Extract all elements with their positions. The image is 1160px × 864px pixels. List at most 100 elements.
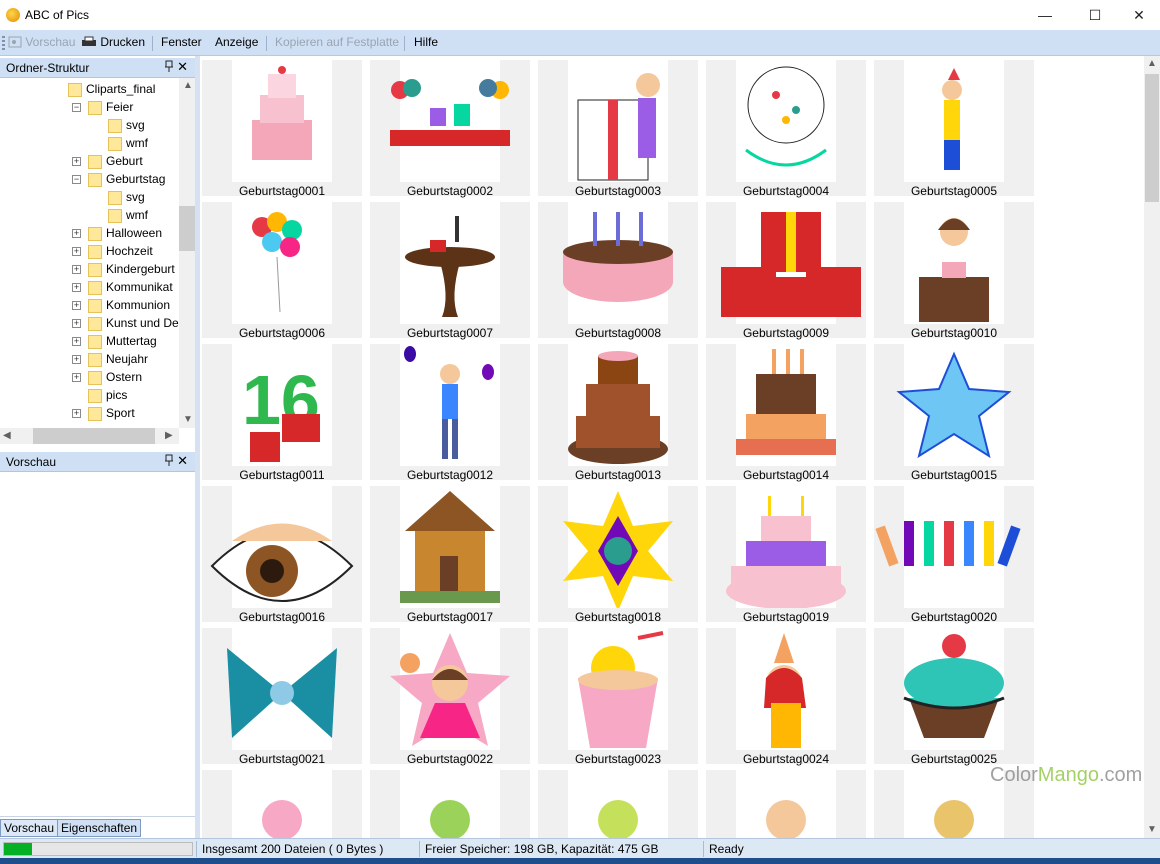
scroll-up-icon[interactable]: ▲ [183, 80, 193, 91]
thumbnail-item[interactable] [706, 770, 866, 838]
tree-item-label: pics [106, 388, 128, 402]
folder-tree-vertical-scrollbar[interactable]: ▲ ▼ [179, 78, 195, 428]
thumbnail-label: Geburtstag0023 [574, 752, 662, 766]
tree-item-label: Ostern [106, 370, 143, 384]
title-bar: ABC of Pics — ☐ ✕ [0, 0, 1160, 30]
thumbnail-item[interactable]: Geburtstag0018 [538, 486, 698, 624]
thumbnail-label: Geburtstag0012 [406, 468, 494, 482]
thumbnail-label: Geburtstag0009 [742, 326, 830, 340]
thumbnail-grid-scrollbar[interactable]: ▲ ▼ [1144, 56, 1160, 838]
close-window-button[interactable]: ✕ [1116, 0, 1160, 30]
thumbnail-item[interactable]: Geburtstag0012 [370, 344, 530, 482]
thumbnail-item[interactable]: Geburtstag0009 [706, 202, 866, 340]
preview-menu-button[interactable]: Vorschau [8, 35, 75, 49]
thumbnail-grid-scroll-thumb[interactable] [1145, 74, 1159, 202]
scroll-left-icon[interactable]: ◀ [3, 430, 11, 441]
status-file-count: Insgesamt 200 Dateien ( 0 Bytes ) [202, 842, 384, 856]
maximize-button[interactable]: ☐ [1072, 0, 1118, 30]
tab-vorschau[interactable]: Vorschau [0, 819, 59, 837]
thumbnail-item[interactable]: Geburtstag0017 [370, 486, 530, 624]
menu-separator [266, 36, 267, 51]
folder-panel-header: Ordner-Struktur ✕ [0, 58, 195, 78]
folder-tree-horizontal-scrollbar[interactable]: ◀ ▶ [0, 428, 179, 444]
pin-icon[interactable] [165, 454, 173, 469]
status-ready: Ready [709, 842, 744, 856]
clipart-image [568, 770, 668, 838]
expand-icon[interactable]: + [72, 355, 81, 364]
thumbnail-item[interactable] [202, 770, 362, 838]
menu-separator [404, 36, 405, 51]
menu-fenster[interactable]: Fenster [161, 35, 202, 49]
collapse-icon[interactable]: − [72, 175, 81, 184]
clipart-image [232, 770, 332, 838]
folder-icon [88, 299, 102, 313]
thumbnail-item[interactable]: Geburtstag0022 [370, 628, 530, 766]
thumbnail-grid[interactable]: Geburtstag0001 Geburtstag0002 Geburtstag00… [200, 56, 1144, 838]
scroll-down-icon[interactable]: ▼ [183, 414, 193, 425]
expand-icon[interactable]: + [72, 229, 81, 238]
expand-icon[interactable]: + [72, 283, 81, 292]
menu-anzeige[interactable]: Anzeige [215, 35, 258, 49]
thumbnail-item[interactable]: Geburtstag0025 [874, 628, 1034, 766]
folder-tree[interactable]: Cliparts_final − Feier svg wmf + Geburt − Geburt… [0, 78, 179, 428]
tree-item-label: Neujahr [106, 352, 149, 366]
expand-icon[interactable]: + [72, 247, 81, 256]
thumbnail-item[interactable]: Geburtstag0019 [706, 486, 866, 624]
preview-panel-close-button[interactable]: ✕ [177, 453, 188, 469]
thumbnail-label: Geburtstag0024 [742, 752, 830, 766]
folder-tree-hscroll-thumb[interactable] [33, 428, 155, 444]
folder-icon [88, 335, 102, 349]
expand-icon[interactable]: + [72, 157, 81, 166]
pin-icon[interactable] [165, 60, 173, 75]
thumbnail-item[interactable]: Geburtstag0024 [706, 628, 866, 766]
scroll-right-icon[interactable]: ▶ [165, 430, 173, 441]
tree-item-label: Sport [106, 406, 135, 420]
expand-icon[interactable]: + [72, 319, 81, 328]
expand-icon[interactable]: + [72, 337, 81, 346]
folder-tree-scroll-thumb[interactable] [179, 206, 195, 251]
thumbnail-item[interactable]: Geburtstag0001 [202, 60, 362, 198]
tree-item-label: Feier [106, 100, 134, 114]
menu-copy-to-disk[interactable]: Kopieren auf Festplatte [275, 35, 399, 49]
thumbnail-item[interactable]: Geburtstag0002 [370, 60, 530, 198]
progress-bar [3, 842, 193, 856]
thumbnail-item[interactable]: Geburtstag0005 [874, 60, 1034, 198]
thumbnail-item[interactable]: 16 Geburtstag0011 [202, 344, 362, 482]
expand-icon[interactable]: + [72, 265, 81, 274]
thumbnail-item[interactable]: Geburtstag0006 [202, 202, 362, 340]
minimize-button[interactable]: — [1022, 0, 1068, 30]
scroll-up-icon[interactable]: ▲ [1147, 58, 1157, 69]
thumbnail-item[interactable] [538, 770, 698, 838]
toolbar-grip[interactable] [2, 36, 5, 51]
scroll-down-icon[interactable]: ▼ [1147, 824, 1157, 835]
thumbnail-item[interactable]: Geburtstag0003 [538, 60, 698, 198]
thumbnail-item[interactable]: Geburtstag0021 [202, 628, 362, 766]
folder-panel-close-button[interactable]: ✕ [177, 59, 188, 75]
tab-eigenschaften[interactable]: Eigenschaften [57, 819, 142, 837]
tree-item-label: Geburt [106, 154, 143, 168]
thumbnail-label: Geburtstag0021 [238, 752, 326, 766]
tree-item-label: Kindergeburt [106, 262, 175, 276]
expand-icon[interactable]: + [72, 373, 81, 382]
thumbnail-item[interactable]: Geburtstag0008 [538, 202, 698, 340]
print-menu-button[interactable]: Drucken [81, 35, 145, 49]
collapse-icon[interactable]: − [72, 103, 81, 112]
tree-item-label: wmf [126, 136, 148, 150]
folder-icon [108, 137, 122, 151]
thumbnail-item[interactable]: Geburtstag0015 [874, 344, 1034, 482]
thumbnail-item[interactable]: Geburtstag0020 [874, 486, 1034, 624]
thumbnail-item[interactable]: Geburtstag0016 [202, 486, 362, 624]
thumbnail-item[interactable]: Geburtstag0013 [538, 344, 698, 482]
expand-icon[interactable]: + [72, 409, 81, 418]
status-free-space: Freier Speicher: 198 GB, Kapazität: 475 … [425, 842, 659, 856]
thumbnail-item[interactable]: Geburtstag0023 [538, 628, 698, 766]
thumbnail-item[interactable]: Geburtstag0010 [874, 202, 1034, 340]
thumbnail-label: Geburtstag0018 [574, 610, 662, 624]
expand-icon[interactable]: + [72, 301, 81, 310]
thumbnail-item[interactable]: Geburtstag0007 [370, 202, 530, 340]
thumbnail-item[interactable]: Geburtstag0014 [706, 344, 866, 482]
folder-icon [88, 245, 102, 259]
thumbnail-item[interactable] [370, 770, 530, 838]
thumbnail-item[interactable]: Geburtstag0004 [706, 60, 866, 198]
menu-hilfe[interactable]: Hilfe [414, 35, 438, 49]
